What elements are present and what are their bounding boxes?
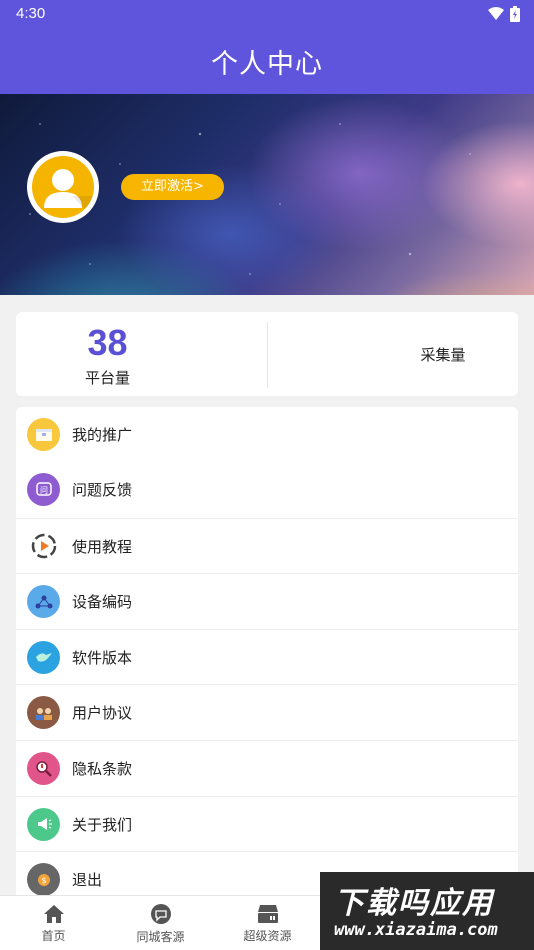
svg-text:问: 问 [40, 486, 48, 495]
box-icon [27, 418, 60, 451]
collect-label: 采集量 [420, 346, 466, 364]
home-icon [43, 904, 64, 923]
collect-stat[interactable]: 采集量 [267, 312, 518, 396]
title-bar: 个人中心 [0, 28, 534, 94]
people-icon [27, 696, 60, 730]
play-icon [27, 529, 60, 563]
menu-item-device-code[interactable]: 设备编码 [16, 573, 518, 629]
menu-item-user-agreement[interactable]: 用户协议 [16, 684, 518, 740]
status-icons [488, 6, 520, 22]
menu-item-label: 设备编码 [72, 593, 133, 612]
menu-item-label: 用户协议 [72, 704, 133, 723]
status-time: 4:30 [16, 5, 46, 22]
menu-item-label: 我的推广 [72, 426, 133, 444]
menu-item-feedback[interactable]: 问 问题反馈 [16, 462, 518, 518]
menu-item-label: 退出 [72, 871, 103, 890]
menu-item-privacy[interactable]: 隐私条款 [16, 740, 518, 796]
menu-item-label: 关于我们 [72, 815, 133, 834]
watermark-url: www.xiazaima.com [334, 920, 498, 940]
menu-item-version[interactable]: 软件版本 [16, 628, 518, 685]
watermark: 下载吗应用 www.xiazaima.com [320, 872, 534, 950]
svg-text:$: $ [41, 876, 46, 885]
menu-item-label: 软件版本 [72, 648, 133, 667]
tab-home[interactable]: 首页 [0, 896, 107, 950]
question-icon: 问 [27, 473, 60, 506]
menu-item-promotion[interactable]: 我的推广 [16, 407, 518, 463]
tab-super-resources[interactable]: 超级资源 [214, 896, 321, 950]
tab-label: 同城客源 [136, 929, 185, 944]
menu-item-label: 问题反馈 [72, 481, 133, 499]
network-icon [27, 585, 60, 619]
watermark-title: 下载吗应用 [334, 886, 494, 921]
avatar[interactable] [27, 151, 99, 223]
tab-label: 超级资源 [243, 928, 292, 943]
chat-icon [150, 903, 171, 924]
platform-label: 平台量 [84, 369, 130, 387]
status-bar: 4:30 [0, 0, 534, 28]
menu-list: 问 问题反馈 使用教程 设备编码 软件版本 用户协议 隐私条款 关于我们 $ 退… [16, 462, 518, 897]
battery-icon [510, 6, 520, 22]
exit-icon: $ [27, 863, 60, 897]
tab-local-clients[interactable]: 同城客源 [107, 896, 214, 950]
platform-count: 38 [87, 322, 128, 363]
server-icon [257, 904, 278, 923]
platform-stat[interactable]: 38 平台量 [16, 312, 267, 396]
wifi-icon [488, 7, 504, 20]
menu-item-label: 使用教程 [72, 537, 133, 556]
menu-item-about[interactable]: 关于我们 [16, 795, 518, 852]
profile-banner: 立即激活> [0, 94, 534, 295]
promotion-card: 我的推广 [16, 407, 518, 462]
menu-item-label: 隐私条款 [72, 760, 133, 778]
megaphone-icon [27, 807, 60, 841]
stats-card: 38 平台量 采集量 [16, 312, 518, 396]
activate-button[interactable]: 立即激活> [121, 174, 224, 200]
tab-label: 首页 [41, 928, 66, 943]
avatar-user-icon [32, 156, 94, 218]
bird-icon [27, 640, 60, 674]
page-title: 个人中心 [211, 48, 323, 80]
menu-item-tutorial[interactable]: 使用教程 [16, 517, 518, 574]
magnifier-icon [27, 752, 60, 785]
